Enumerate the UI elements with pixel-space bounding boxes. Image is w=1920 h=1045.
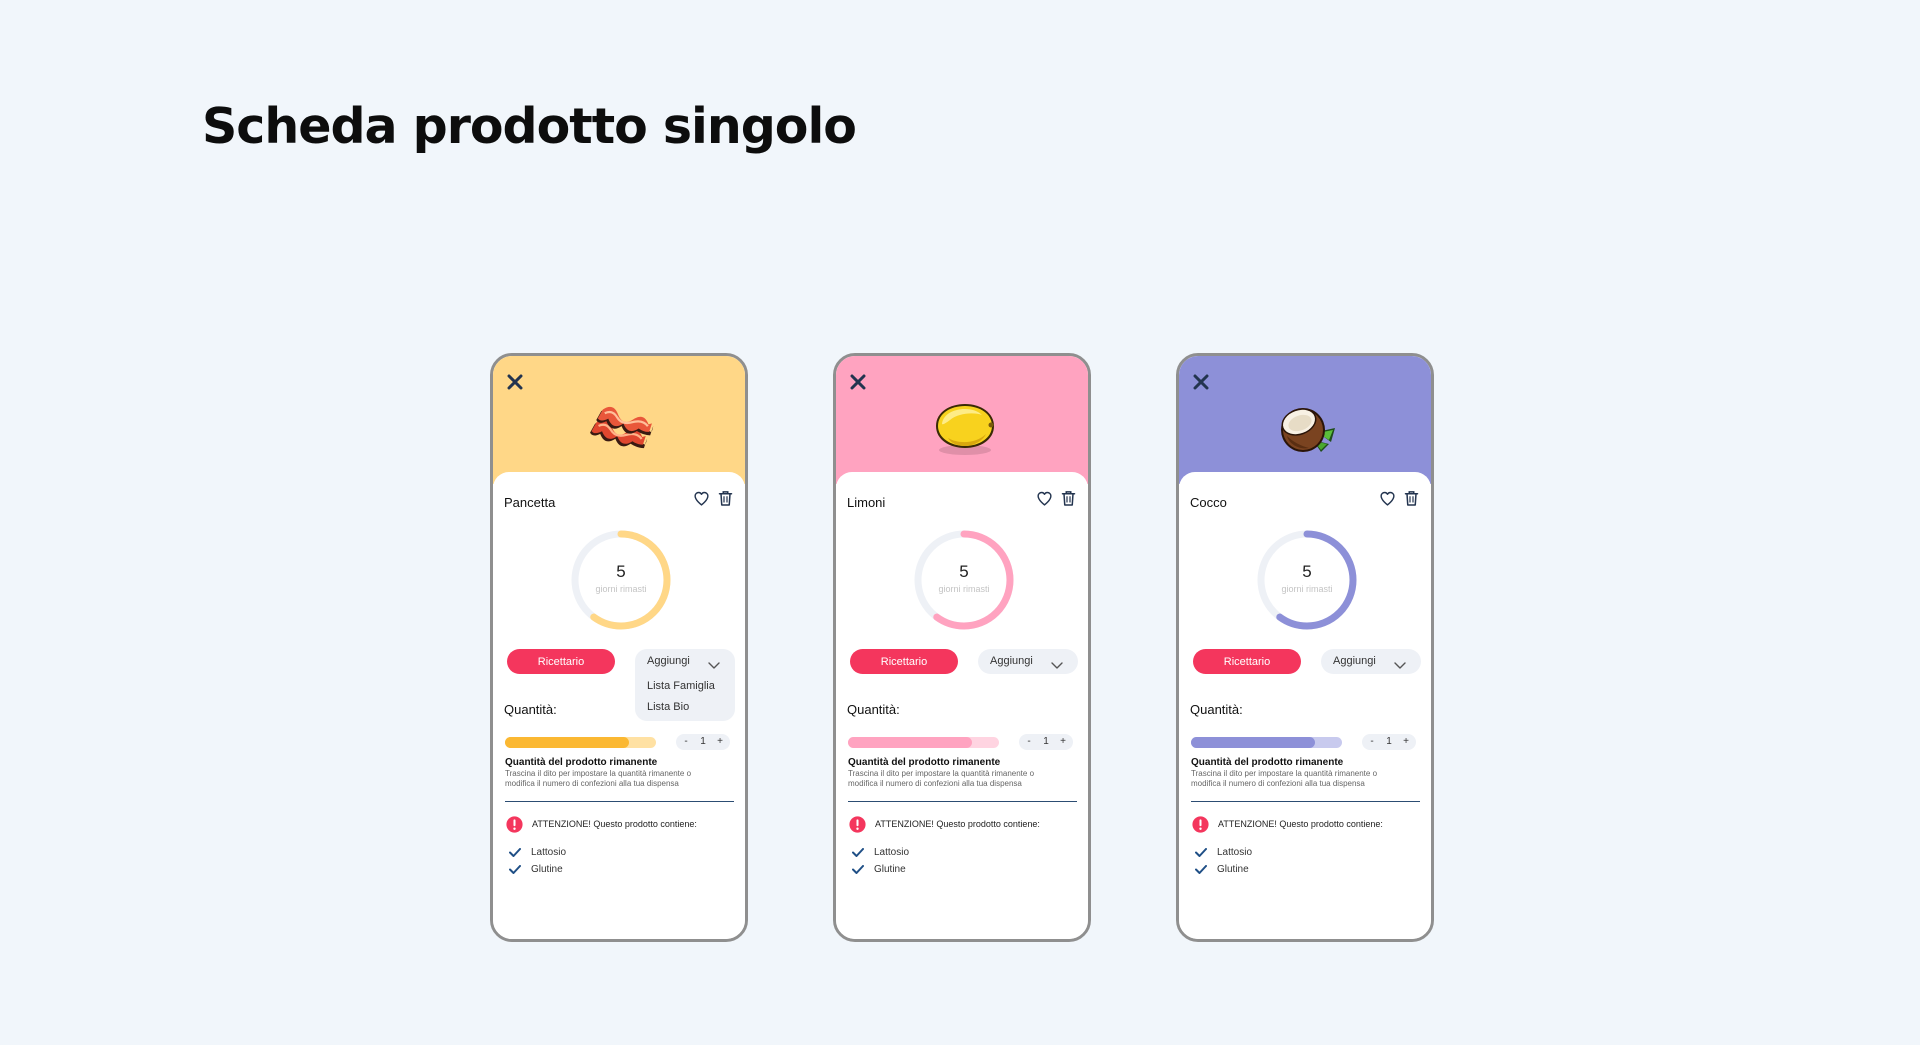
quantity-hint-text: Trascina il dito per impostare la quanti… — [848, 769, 1035, 788]
allergen-name: Glutine — [874, 864, 906, 875]
allergen-item: Lattosio — [509, 847, 566, 858]
add-dropdown-label: Aggiungi — [990, 655, 1033, 667]
quantity-value: 1 — [1043, 736, 1049, 747]
product-header — [1179, 356, 1431, 484]
add-dropdown-label: Aggiungi — [647, 655, 690, 667]
increment-button[interactable]: + — [1056, 734, 1070, 750]
product-header — [836, 356, 1088, 484]
alert-icon — [1192, 816, 1209, 833]
page-title: Scheda prodotto singolo — [202, 98, 857, 155]
days-left-label: giorni rimasti — [595, 584, 647, 594]
trash-icon[interactable] — [1061, 490, 1076, 507]
check-icon — [1195, 865, 1207, 874]
quantity-stepper: -1 + — [676, 734, 730, 750]
heart-icon[interactable] — [1379, 490, 1396, 507]
quantity-label: Quantità: — [504, 702, 557, 717]
product-detail-panel: Pancetta 5 giorni rimasti Ricettario Aggiung… — [493, 472, 745, 939]
days-left-value: 5 — [616, 562, 626, 581]
product-card: Cocco 5 giorni rimasti Ricettario Aggiungi Qu… — [1176, 353, 1434, 942]
check-icon — [852, 865, 864, 874]
quantity-slider-fill — [505, 737, 629, 748]
add-to-list-dropdown[interactable]: Aggiungi — [978, 649, 1078, 674]
allergen-item: Lattosio — [852, 847, 909, 858]
dropdown-option[interactable]: Lista Famiglia — [647, 680, 715, 692]
quantity-hint-text: Trascina il dito per impostare la quanti… — [505, 769, 692, 788]
allergen-name: Lattosio — [874, 847, 910, 858]
alert-icon — [849, 816, 866, 833]
days-left-value: 5 — [1302, 562, 1312, 581]
divider — [505, 801, 734, 802]
quantity-value: 1 — [700, 736, 706, 747]
quantity-slider-fill — [1191, 737, 1315, 748]
recipes-button[interactable]: Ricettario — [507, 649, 615, 674]
trash-icon[interactable] — [718, 490, 733, 507]
product-detail-panel: Limoni 5 giorni rimasti Ricettario Aggiungi Q… — [836, 472, 1088, 939]
check-icon — [1195, 848, 1207, 857]
quantity-stepper: -1 + — [1362, 734, 1416, 750]
quantity-stepper: -1 + — [1019, 734, 1073, 750]
product-detail-panel: Cocco 5 giorni rimasti Ricettario Aggiungi Qu… — [1179, 472, 1431, 939]
decrement-button[interactable]: - — [1022, 734, 1036, 750]
add-to-list-dropdown[interactable]: Aggiungi — [1321, 649, 1421, 674]
lemon-image — [928, 392, 1000, 464]
close-icon[interactable] — [848, 372, 868, 392]
heart-icon[interactable] — [1036, 490, 1053, 507]
quantity-value: 1 — [1386, 736, 1392, 747]
recipes-button[interactable]: Ricettario — [1193, 649, 1301, 674]
decrement-button[interactable]: - — [679, 734, 693, 750]
increment-button[interactable]: + — [1399, 734, 1413, 750]
heart-icon[interactable] — [693, 490, 710, 507]
days-left-label: giorni rimasti — [938, 584, 990, 594]
quantity-slider[interactable] — [505, 737, 656, 748]
quantity-label: Quantità: — [847, 702, 900, 717]
divider — [1191, 801, 1420, 802]
close-icon[interactable] — [1191, 372, 1211, 392]
allergen-warning: ATTENZIONE! Questo prodotto contiene: — [1218, 819, 1383, 829]
quantity-slider[interactable] — [1191, 737, 1342, 748]
product-header — [493, 356, 745, 484]
product-name: Cocco — [1190, 495, 1227, 510]
days-left-value: 5 — [959, 562, 969, 581]
allergen-item: Glutine — [509, 864, 563, 875]
dropdown-option[interactable]: Lista Bio — [647, 701, 689, 713]
allergen-name: Glutine — [1217, 864, 1249, 875]
quantity-slider[interactable] — [848, 737, 999, 748]
quantity-hint-title: Quantità del prodotto rimanente — [505, 757, 658, 768]
quantity-slider-fill — [848, 737, 972, 748]
product-name: Limoni — [847, 495, 886, 510]
allergen-item: Glutine — [1195, 864, 1249, 875]
recipes-button[interactable]: Ricettario — [850, 649, 958, 674]
chevron-down-icon — [708, 657, 720, 669]
divider — [848, 801, 1077, 802]
days-left-label: giorni rimasti — [1281, 584, 1333, 594]
product-name: Pancetta — [504, 495, 556, 510]
bacon-image — [585, 392, 657, 464]
product-card: Limoni 5 giorni rimasti Ricettario Aggiungi Q… — [833, 353, 1091, 942]
allergen-item: Lattosio — [1195, 847, 1252, 858]
check-icon — [509, 848, 521, 857]
allergen-name: Lattosio — [1217, 847, 1253, 858]
quantity-hint-text: Trascina il dito per impostare la quanti… — [1191, 769, 1378, 788]
trash-icon[interactable] — [1404, 490, 1419, 507]
allergen-warning: ATTENZIONE! Questo prodotto contiene: — [532, 819, 697, 829]
allergen-name: Lattosio — [531, 847, 567, 858]
quantity-hint-title: Quantità del prodotto rimanente — [1191, 757, 1344, 768]
chevron-down-icon — [1394, 657, 1406, 669]
chevron-down-icon — [1051, 657, 1063, 669]
check-icon — [509, 865, 521, 874]
close-icon[interactable] — [505, 372, 525, 392]
increment-button[interactable]: + — [713, 734, 727, 750]
allergen-name: Glutine — [531, 864, 563, 875]
add-to-list-dropdown[interactable]: Aggiungi Lista Famiglia Lista Bio — [635, 649, 735, 721]
allergen-item: Glutine — [852, 864, 906, 875]
quantity-label: Quantità: — [1190, 702, 1243, 717]
quantity-hint-title: Quantità del prodotto rimanente — [848, 757, 1001, 768]
decrement-button[interactable]: - — [1365, 734, 1379, 750]
product-card: Pancetta 5 giorni rimasti Ricettario Aggiung… — [490, 353, 748, 942]
coconut-image — [1271, 392, 1343, 464]
check-icon — [852, 848, 864, 857]
allergen-warning: ATTENZIONE! Questo prodotto contiene: — [875, 819, 1040, 829]
alert-icon — [506, 816, 523, 833]
add-dropdown-label: Aggiungi — [1333, 655, 1376, 667]
